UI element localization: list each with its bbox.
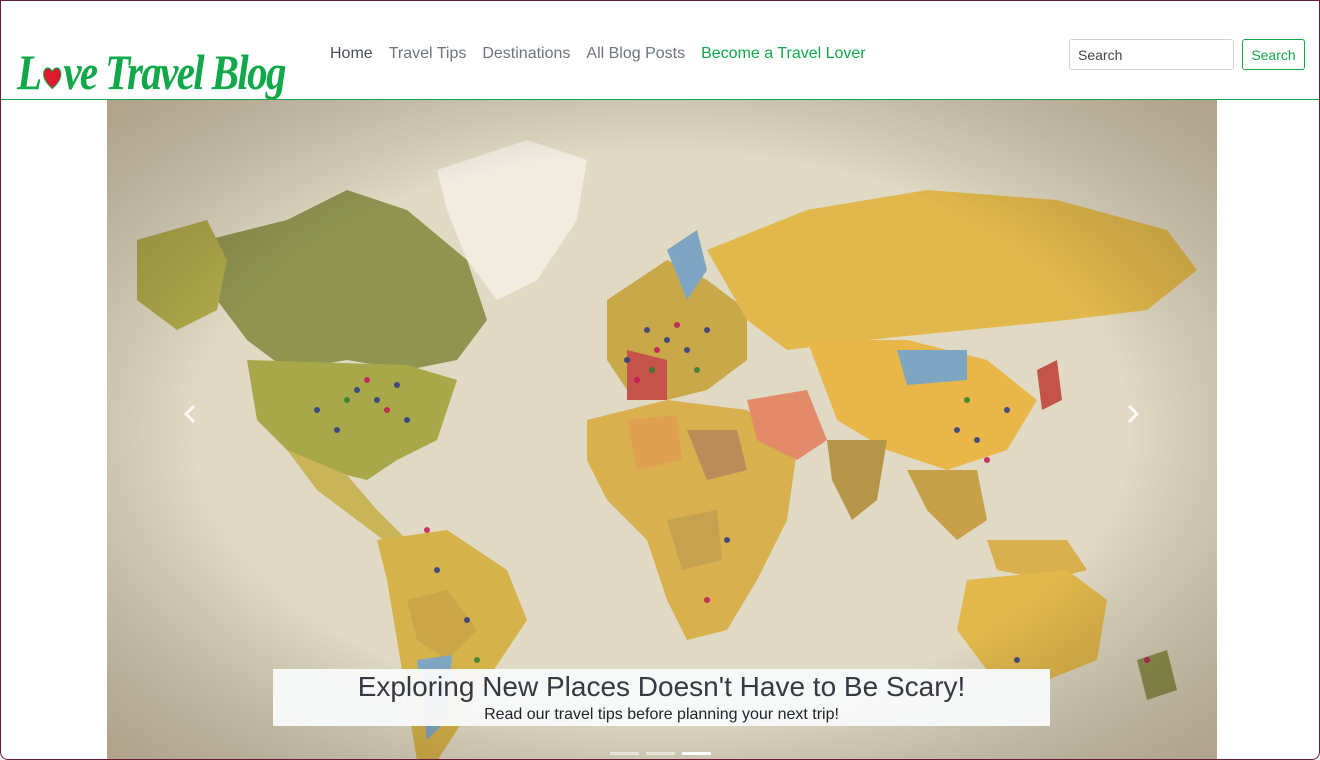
hero-carousel: Exploring New Places Doesn't Have to Be … <box>107 100 1217 759</box>
heart-icon <box>42 67 62 90</box>
brand-name: L ve Travel Blog <box>17 44 286 100</box>
search-form: Search <box>1069 39 1305 70</box>
carousel-indicator-1[interactable] <box>610 752 639 755</box>
nav-item-destinations[interactable]: Destinations <box>482 45 570 63</box>
brand-prefix: L <box>17 44 42 100</box>
chevron-left-icon <box>183 404 196 424</box>
navbar: L ve Travel Blog Home Travel Tips Destin… <box>1 1 1319 100</box>
world-map-image <box>107 100 1217 759</box>
nav-item-travel-tips[interactable]: Travel Tips <box>389 45 467 63</box>
browser-page: L ve Travel Blog Home Travel Tips Destin… <box>0 0 1320 760</box>
brand-suffix: ve Travel Blog <box>63 44 286 100</box>
carousel-prev-button[interactable] <box>170 400 210 428</box>
main-nav: Home Travel Tips Destinations All Blog P… <box>330 45 882 63</box>
carousel-indicator-2[interactable] <box>646 752 675 755</box>
search-input[interactable] <box>1069 39 1234 70</box>
carousel-next-button[interactable] <box>1113 400 1153 428</box>
nav-item-become-travel-lover[interactable]: Become a Travel Lover <box>701 45 866 63</box>
carousel-caption-text: Read our travel tips before planning you… <box>484 706 839 723</box>
nav-item-home[interactable]: Home <box>330 45 373 63</box>
carousel-indicators <box>610 752 711 755</box>
nav-item-all-blog-posts[interactable]: All Blog Posts <box>586 45 685 63</box>
carousel-caption: Exploring New Places Doesn't Have to Be … <box>273 669 1050 726</box>
carousel-caption-title: Exploring New Places Doesn't Have to Be … <box>357 671 966 702</box>
brand-logo[interactable]: L ve Travel Blog <box>17 17 344 97</box>
chevron-right-icon <box>1127 404 1140 424</box>
search-button[interactable]: Search <box>1242 39 1305 70</box>
carousel-indicator-3[interactable] <box>682 752 711 755</box>
